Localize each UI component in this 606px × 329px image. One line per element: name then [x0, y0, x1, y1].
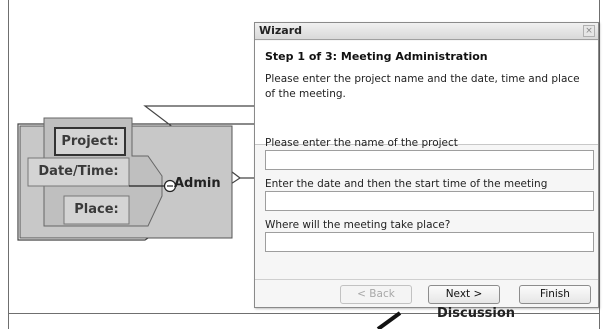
project-name-label: Please enter the name of the project	[265, 137, 458, 149]
datetime-box-label: Date/Time:	[38, 164, 119, 179]
step-title: Step 1 of 3: Meeting Administration	[265, 50, 488, 63]
place-box-label: Place:	[74, 202, 119, 217]
project-box-label: Project:	[61, 134, 119, 149]
place-input[interactable]	[265, 232, 594, 252]
wizard-titlebar[interactable]: Wizard ×	[255, 23, 598, 40]
footer-separator	[255, 279, 598, 280]
canvas: Project: Date/Time: Place: Admin Wizard …	[0, 0, 606, 329]
next-button[interactable]: Next >	[428, 285, 500, 304]
back-button[interactable]: < Back	[340, 285, 412, 304]
date-time-label: Enter the date and then the start time o…	[265, 178, 548, 190]
wizard-title: Wizard	[259, 24, 303, 37]
discussion-arrow	[376, 311, 402, 329]
place-label: Where will the meeting take place?	[265, 219, 451, 231]
step-description: Please enter the project name and the da…	[265, 73, 580, 100]
wizard-dialog: Wizard × Step 1 of 3: Meeting Administra…	[254, 22, 599, 308]
date-time-input[interactable]	[265, 191, 594, 211]
wizard-content: Step 1 of 3: Meeting Administration Plea…	[255, 41, 598, 145]
finish-button[interactable]: Finish	[519, 285, 591, 304]
admin-label: Admin	[174, 176, 221, 191]
discussion-label: Discussion	[437, 306, 516, 321]
project-name-input[interactable]	[265, 150, 594, 170]
close-icon[interactable]: ×	[583, 25, 595, 37]
